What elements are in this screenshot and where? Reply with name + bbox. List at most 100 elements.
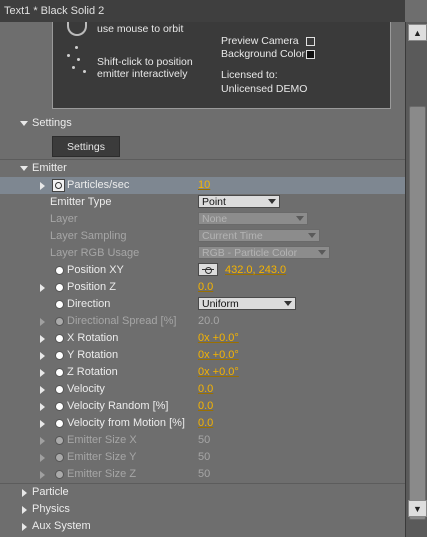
param-label: Position XY <box>67 264 124 276</box>
param-label: Z Rotation <box>67 366 118 378</box>
chevron-down-icon <box>308 233 316 238</box>
background-color-checkbox[interactable] <box>306 50 315 59</box>
chevron-down-icon <box>268 199 276 204</box>
param-row-x-rotation: X Rotation 0x +0.0° <box>0 330 405 347</box>
emitter-section-header[interactable]: Emitter <box>0 160 405 177</box>
emitter-size-y-value: 50 <box>198 451 211 463</box>
emitter-type-dropdown[interactable]: Point <box>198 195 280 208</box>
expand-arrow-icon <box>40 437 45 445</box>
chevron-down-icon <box>284 301 292 306</box>
particles-sec-stopwatch-icon[interactable] <box>52 179 65 192</box>
crosshair-icon[interactable] <box>198 263 218 276</box>
param-row-position-z: Position Z 0.0 <box>0 279 405 296</box>
expand-arrow-icon[interactable] <box>40 420 45 428</box>
aux-system-section-header[interactable]: Aux System <box>0 518 405 535</box>
param-label: Velocity from Motion [%] <box>67 417 185 429</box>
stopwatch-icon[interactable] <box>55 266 64 275</box>
aux-system-section-label: Aux System <box>32 520 91 532</box>
licensed-to-label: Licensed to: <box>221 69 278 81</box>
stopwatch-icon[interactable] <box>55 283 64 292</box>
settings-section-header[interactable]: Settings <box>0 115 405 132</box>
param-label: Particles/sec <box>67 179 130 191</box>
emitter-size-x-value: 50 <box>198 434 211 446</box>
x-rotation-value[interactable]: 0x +0.0° <box>198 332 239 344</box>
expand-arrow-icon[interactable] <box>22 489 27 497</box>
expand-arrow-icon[interactable] <box>40 335 45 343</box>
physics-section-header[interactable]: Physics <box>0 501 405 518</box>
physics-section-label: Physics <box>32 503 70 515</box>
particle-section-header[interactable]: Particle <box>0 484 405 501</box>
expand-arrow-icon <box>40 318 45 326</box>
param-label: Directional Spread [%] <box>67 315 177 327</box>
directional-spread-value: 20.0 <box>198 315 220 327</box>
param-label: Emitter Size Y <box>67 451 137 463</box>
velocity-value[interactable]: 0.0 <box>198 383 213 395</box>
param-row-velocity-random: Velocity Random [%] 0.0 <box>0 398 405 415</box>
param-label: Position Z <box>67 281 116 293</box>
dropdown-value: None <box>202 213 228 225</box>
particle-section-label: Particle <box>32 486 69 498</box>
orbit-icon <box>67 22 87 36</box>
z-rotation-value[interactable]: 0x +0.0° <box>198 366 239 378</box>
direction-dropdown[interactable]: Uniform <box>198 297 296 310</box>
param-label: Emitter Type <box>50 196 112 208</box>
y-rotation-value[interactable]: 0x +0.0° <box>198 349 239 361</box>
velocity-from-motion-value[interactable]: 0.0 <box>198 417 213 429</box>
param-label: Emitter Size X <box>67 434 137 446</box>
chevron-down-icon <box>296 216 304 221</box>
expand-arrow-icon[interactable] <box>20 166 28 171</box>
scroll-down-button[interactable]: ▼ <box>408 500 427 517</box>
settings-section-label: Settings <box>32 117 72 129</box>
position-xy-value[interactable]: 432.0, 243.0 <box>225 264 286 276</box>
position-z-value[interactable]: 0.0 <box>198 281 213 293</box>
expand-arrow-icon[interactable] <box>40 403 45 411</box>
expand-arrow-icon[interactable] <box>40 369 45 377</box>
stopwatch-icon[interactable] <box>55 368 64 377</box>
param-row-position-xy: Position XY 432.0, 243.0 <box>0 262 405 279</box>
info-box: use mouse to orbit Shift-click to positi… <box>52 22 391 109</box>
layer-dropdown: None <box>198 212 308 225</box>
param-label: Direction <box>67 298 111 310</box>
expand-arrow-icon[interactable] <box>22 506 27 514</box>
expand-arrow-icon[interactable] <box>40 386 45 394</box>
param-row-emitter-size-z: Emitter Size Z 50 <box>0 466 405 483</box>
expand-arrow-icon <box>40 471 45 479</box>
stopwatch-icon <box>55 436 64 445</box>
scrollbar-thumb[interactable] <box>409 106 426 520</box>
expand-arrow-icon[interactable] <box>40 182 45 190</box>
param-row-layer-rgb-usage: Layer RGB Usage RGB - Particle Color <box>0 245 405 262</box>
shift-hint-line2: emitter interactively <box>97 68 188 80</box>
license-name: Unlicensed DEMO <box>221 83 308 95</box>
emitter-position-icon <box>63 46 91 76</box>
particles-sec-value[interactable]: 10 <box>198 179 210 191</box>
velocity-random-value[interactable]: 0.0 <box>198 400 213 412</box>
preview-camera-checkbox[interactable] <box>306 37 315 46</box>
expand-arrow-icon[interactable] <box>20 121 28 126</box>
window-titlebar: Text1 * Black Solid 2 <box>0 0 405 23</box>
expand-arrow-icon[interactable] <box>40 284 45 292</box>
window-title: Text1 * Black Solid 2 <box>4 5 105 17</box>
param-row-z-rotation: Z Rotation 0x +0.0° <box>0 364 405 381</box>
param-row-emitter-size-y: Emitter Size Y 50 <box>0 449 405 466</box>
expand-arrow-icon[interactable] <box>22 523 27 531</box>
stopwatch-icon[interactable] <box>55 334 64 343</box>
param-row-y-rotation: Y Rotation 0x +0.0° <box>0 347 405 364</box>
effect-controls-panel: use mouse to orbit Shift-click to positi… <box>0 22 405 537</box>
vertical-scrollbar[interactable]: ▲ ▼ <box>405 22 427 537</box>
settings-button[interactable]: Settings <box>52 136 120 157</box>
stopwatch-icon[interactable] <box>55 402 64 411</box>
stopwatch-icon[interactable] <box>55 419 64 428</box>
param-row-particles-sec[interactable]: Particles/sec 10 <box>0 177 405 194</box>
param-row-layer: Layer None <box>0 211 405 228</box>
stopwatch-icon[interactable] <box>55 300 64 309</box>
scroll-up-button[interactable]: ▲ <box>408 24 427 41</box>
expand-arrow-icon[interactable] <box>40 352 45 360</box>
stopwatch-icon <box>55 317 64 326</box>
layer-rgb-usage-dropdown: RGB - Particle Color <box>198 246 330 259</box>
param-row-emitter-size-x: Emitter Size X 50 <box>0 432 405 449</box>
param-row-layer-sampling: Layer Sampling Current Time <box>0 228 405 245</box>
stopwatch-icon[interactable] <box>55 351 64 360</box>
emitter-section-label: Emitter <box>32 162 67 174</box>
stopwatch-icon[interactable] <box>55 385 64 394</box>
dropdown-value: Current Time <box>202 230 263 242</box>
